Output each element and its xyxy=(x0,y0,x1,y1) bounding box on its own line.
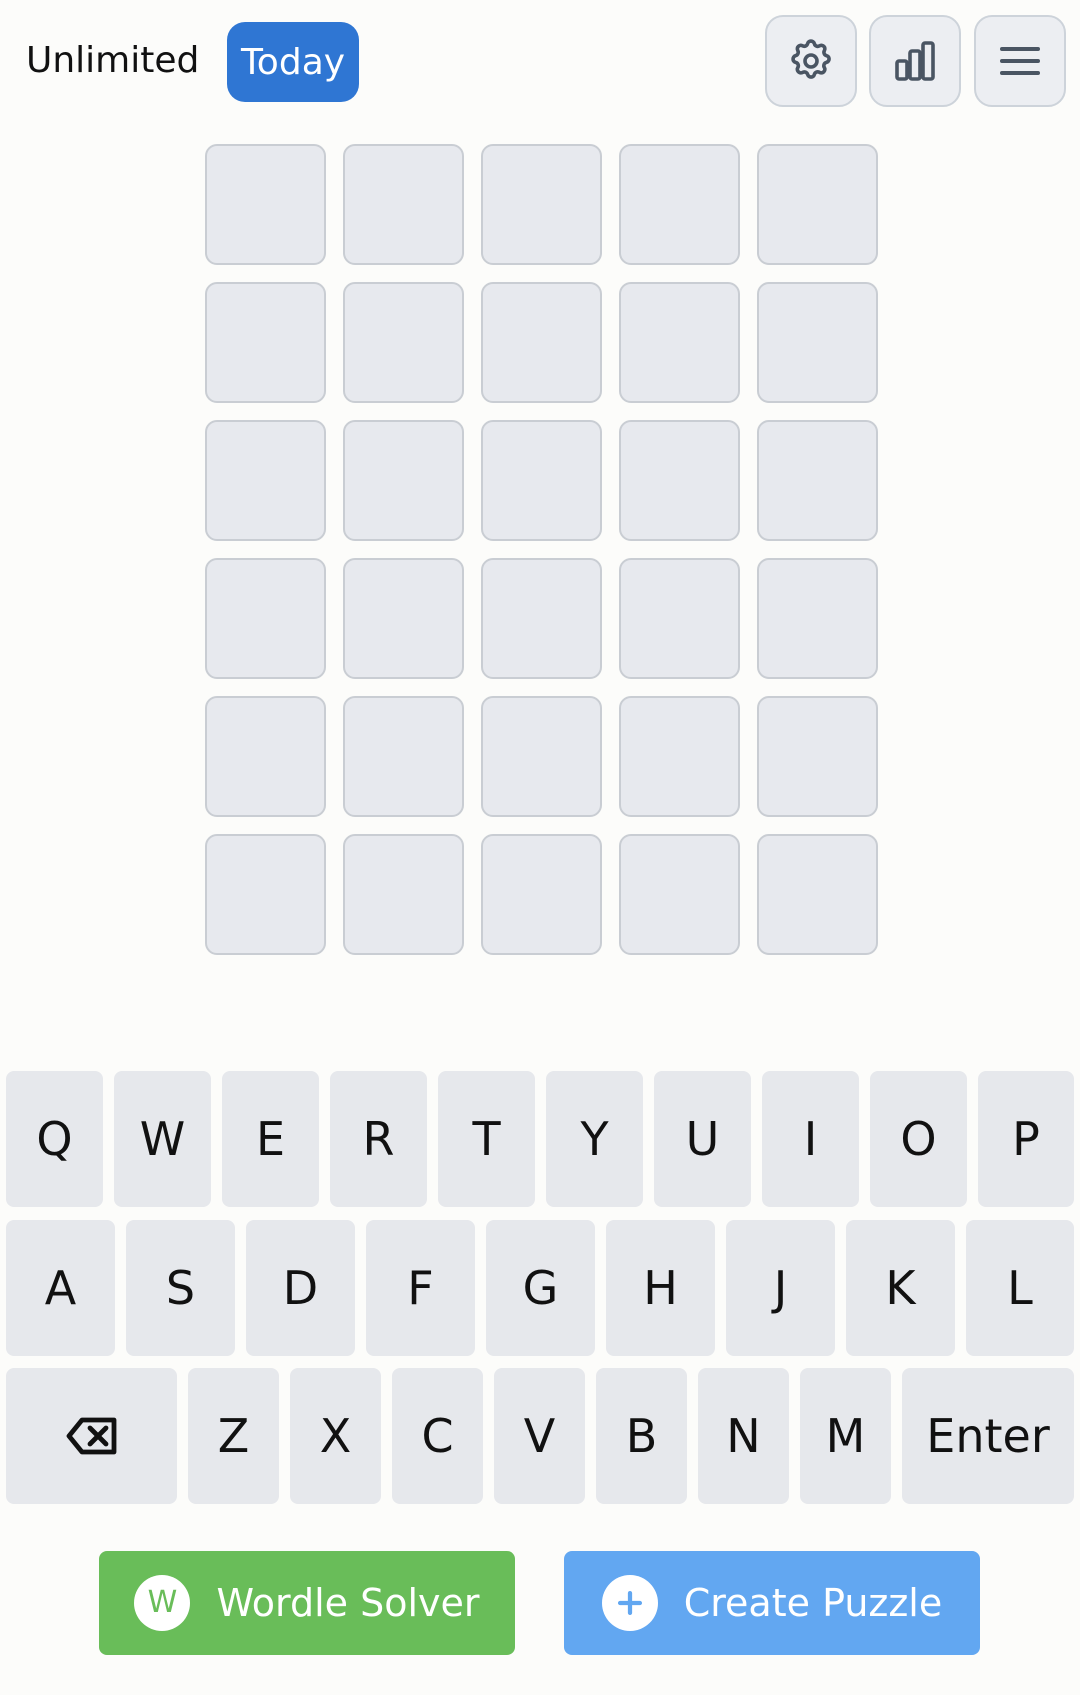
key-k[interactable]: K xyxy=(846,1220,955,1356)
key-c[interactable]: C xyxy=(392,1368,483,1504)
board-tile xyxy=(619,420,740,541)
key-z[interactable]: Z xyxy=(188,1368,279,1504)
create-puzzle-label: Create Puzzle xyxy=(683,1581,943,1625)
board-tile xyxy=(205,834,326,955)
mode-today-tab[interactable]: Today xyxy=(227,22,359,102)
board-tile xyxy=(343,420,464,541)
board-tile xyxy=(757,834,878,955)
key-p[interactable]: P xyxy=(978,1071,1074,1207)
key-h[interactable]: H xyxy=(606,1220,715,1356)
backspace-key[interactable] xyxy=(6,1368,177,1504)
key-g[interactable]: G xyxy=(486,1220,595,1356)
board-tile xyxy=(205,282,326,403)
wordle-solver-logo-icon: W xyxy=(134,1575,191,1631)
key-x[interactable]: X xyxy=(290,1368,381,1504)
wordle-solver-label: Wordle Solver xyxy=(216,1581,480,1625)
key-i[interactable]: I xyxy=(762,1071,859,1207)
key-v[interactable]: V xyxy=(494,1368,585,1504)
board-tile xyxy=(343,144,464,265)
menu-button[interactable] xyxy=(974,15,1066,107)
key-b[interactable]: B xyxy=(596,1368,687,1504)
board-tile xyxy=(481,282,602,403)
backspace-icon xyxy=(66,1417,116,1455)
board-tile xyxy=(757,420,878,541)
board-tile xyxy=(757,696,878,817)
board-tile xyxy=(343,282,464,403)
key-o[interactable]: O xyxy=(870,1071,967,1207)
board-tile xyxy=(343,558,464,679)
plus-icon xyxy=(601,1575,658,1631)
key-j[interactable]: J xyxy=(726,1220,835,1356)
key-e[interactable]: E xyxy=(222,1071,319,1207)
board-tile xyxy=(481,558,602,679)
key-w[interactable]: W xyxy=(114,1071,211,1207)
board-tile xyxy=(205,558,326,679)
board-tile xyxy=(619,282,740,403)
key-d[interactable]: D xyxy=(246,1220,355,1356)
hamburger-menu-icon xyxy=(1000,47,1040,75)
board-tile xyxy=(619,696,740,817)
board-tile xyxy=(343,834,464,955)
key-q[interactable]: Q xyxy=(6,1071,103,1207)
key-l[interactable]: L xyxy=(966,1220,1074,1356)
enter-key[interactable]: Enter xyxy=(902,1368,1074,1504)
board-tile xyxy=(757,282,878,403)
board-tile xyxy=(481,420,602,541)
header: Unlimited Today xyxy=(0,0,1080,120)
key-u[interactable]: U xyxy=(654,1071,751,1207)
board-tile xyxy=(481,696,602,817)
key-t[interactable]: T xyxy=(438,1071,535,1207)
board-tile xyxy=(343,696,464,817)
settings-button[interactable] xyxy=(765,15,857,107)
bar-chart-icon xyxy=(895,41,935,81)
wordle-solver-button[interactable]: W Wordle Solver xyxy=(99,1551,515,1655)
board-tile xyxy=(205,420,326,541)
key-n[interactable]: N xyxy=(698,1368,789,1504)
key-r[interactable]: R xyxy=(330,1071,427,1207)
board-tile xyxy=(619,144,740,265)
board-tile xyxy=(619,558,740,679)
wordle-solver-logo-letter: W xyxy=(147,1585,178,1620)
board-tile xyxy=(757,144,878,265)
mode-unlimited-tab[interactable]: Unlimited xyxy=(26,37,199,85)
gear-icon xyxy=(791,39,831,79)
board-tile xyxy=(481,144,602,265)
key-f[interactable]: F xyxy=(366,1220,475,1356)
board-tile xyxy=(481,834,602,955)
key-m[interactable]: M xyxy=(800,1368,891,1504)
statistics-button[interactable] xyxy=(869,15,961,107)
create-puzzle-button[interactable]: Create Puzzle xyxy=(564,1551,980,1655)
key-y[interactable]: Y xyxy=(546,1071,643,1207)
board-tile xyxy=(619,834,740,955)
key-a[interactable]: A xyxy=(6,1220,115,1356)
board-tile xyxy=(205,144,326,265)
board-tile xyxy=(757,558,878,679)
game-board xyxy=(205,144,878,955)
board-tile xyxy=(205,696,326,817)
key-s[interactable]: S xyxy=(126,1220,235,1356)
